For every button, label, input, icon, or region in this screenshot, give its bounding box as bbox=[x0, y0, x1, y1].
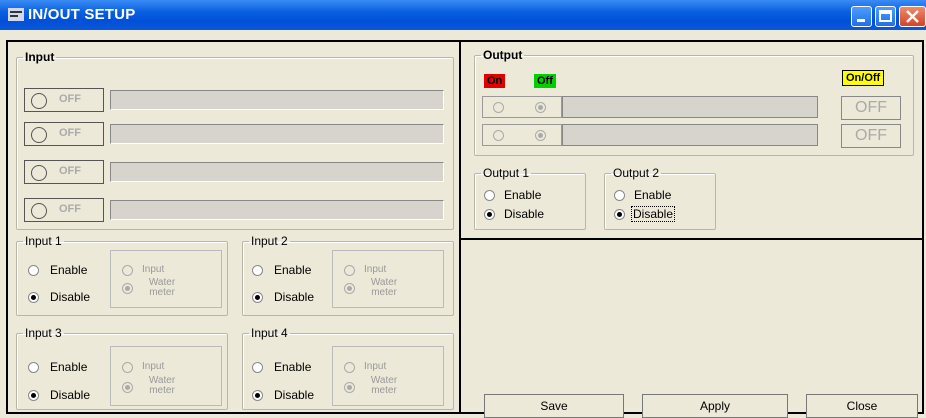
output1-disable-radio[interactable] bbox=[484, 209, 495, 220]
output2-enable-radio[interactable] bbox=[614, 190, 625, 201]
save-button[interactable]: Save bbox=[484, 394, 624, 418]
output1-enable-radio[interactable] bbox=[484, 190, 495, 201]
output1-off-radio[interactable] bbox=[535, 102, 546, 113]
led-circle-icon bbox=[31, 93, 47, 109]
input-bar-2 bbox=[110, 124, 444, 144]
onoff-badge: On/Off bbox=[842, 70, 885, 86]
input3-enable-radio[interactable] bbox=[28, 362, 39, 373]
input4-mode-water-radio[interactable] bbox=[344, 382, 355, 393]
input-group-label: Input 3 bbox=[25, 326, 62, 340]
input2-mode-input-radio[interactable] bbox=[344, 265, 355, 276]
disable-label: Disable bbox=[274, 388, 315, 402]
input4-enable-radio[interactable] bbox=[252, 362, 263, 373]
input-led-state: OFF bbox=[59, 203, 81, 215]
close-icon bbox=[906, 10, 919, 23]
minimize-icon bbox=[857, 19, 865, 22]
window-title: IN/OUT SETUP bbox=[28, 6, 136, 23]
output2-on-radio[interactable] bbox=[493, 130, 504, 141]
input-group-label: Input 4 bbox=[251, 326, 288, 340]
output2-off-radio[interactable] bbox=[535, 130, 546, 141]
horizontal-divider bbox=[461, 238, 924, 240]
input2-enable-radio[interactable] bbox=[252, 265, 263, 276]
disable-label: Disable bbox=[50, 290, 91, 304]
output-group-label: Output 2 bbox=[613, 166, 660, 180]
input3-mode-input-radio[interactable] bbox=[122, 362, 133, 373]
input2-disable-radio[interactable] bbox=[252, 292, 263, 303]
output-group-label: Output 1 bbox=[483, 166, 530, 180]
output-row-2: OFF bbox=[482, 124, 902, 148]
input3-mode-water-radio[interactable] bbox=[122, 382, 133, 393]
input-row-2: OFF bbox=[24, 122, 444, 146]
on-badge: On bbox=[484, 74, 506, 88]
input1-disable-radio[interactable] bbox=[28, 292, 39, 303]
input-led-state: OFF bbox=[59, 93, 81, 105]
input-led-1: OFF bbox=[24, 88, 104, 112]
input-bar-4 bbox=[110, 200, 444, 220]
output-row-1: OFF bbox=[482, 96, 902, 120]
output2-toggle-button[interactable]: OFF bbox=[841, 124, 901, 148]
maximize-button[interactable] bbox=[875, 6, 896, 27]
input4-disable-radio[interactable] bbox=[252, 390, 263, 401]
input-led-state: OFF bbox=[59, 165, 81, 177]
led-circle-icon bbox=[31, 203, 47, 219]
led-circle-icon bbox=[31, 165, 47, 181]
output1-on-radio[interactable] bbox=[493, 102, 504, 113]
enable-label: Enable bbox=[504, 188, 542, 202]
output-row-radio-group bbox=[482, 124, 562, 146]
mode-input-label: Input bbox=[364, 361, 387, 372]
vertical-divider bbox=[459, 40, 461, 414]
output-bar-1 bbox=[562, 96, 818, 118]
input1-enable-radio[interactable] bbox=[28, 265, 39, 276]
input4-mode-input-radio[interactable] bbox=[344, 362, 355, 373]
input-row-1: OFF bbox=[24, 88, 444, 112]
input-bar-1 bbox=[110, 90, 444, 110]
output-bar-2 bbox=[562, 124, 818, 146]
mode-input-label: Input bbox=[142, 361, 165, 372]
enable-label: Enable bbox=[50, 263, 88, 277]
output1-toggle-button[interactable]: OFF bbox=[841, 96, 901, 120]
input1-mode-input-radio[interactable] bbox=[122, 265, 133, 276]
mode-water-label: Water meter bbox=[370, 375, 398, 396]
mode-water-label: Water meter bbox=[148, 277, 176, 298]
disable-label: Disable bbox=[274, 290, 315, 304]
mode-water-label: Water meter bbox=[148, 375, 176, 396]
enable-label: Enable bbox=[50, 360, 88, 374]
disable-label: Disable bbox=[630, 206, 676, 222]
minimize-button[interactable] bbox=[851, 6, 872, 27]
input-row-3: OFF bbox=[24, 160, 444, 184]
disable-label: Disable bbox=[50, 388, 91, 402]
maximize-icon bbox=[879, 10, 892, 22]
input-led-4: OFF bbox=[24, 198, 104, 222]
close-button[interactable]: Close bbox=[806, 394, 918, 418]
disable-label: Disable bbox=[504, 207, 545, 221]
off-badge: Off bbox=[534, 74, 556, 88]
input-row-4: OFF bbox=[24, 198, 444, 222]
output2-disable-radio[interactable] bbox=[614, 209, 625, 220]
input1-mode-water-radio[interactable] bbox=[122, 283, 133, 294]
input-led-2: OFF bbox=[24, 122, 104, 146]
mode-input-label: Input bbox=[364, 264, 387, 275]
output-title: Output bbox=[483, 48, 523, 62]
output-row-radio-group bbox=[482, 96, 562, 118]
apply-button[interactable]: Apply bbox=[642, 394, 788, 418]
mode-input-label: Input bbox=[142, 264, 165, 275]
title-bar bbox=[0, 0, 926, 30]
close-window-button[interactable] bbox=[899, 6, 926, 27]
input-bar-3 bbox=[110, 162, 444, 182]
input-led-3: OFF bbox=[24, 160, 104, 184]
led-circle-icon bbox=[31, 127, 47, 143]
enable-label: Enable bbox=[634, 188, 672, 202]
enable-label: Enable bbox=[274, 360, 312, 374]
app-icon bbox=[8, 8, 24, 21]
input-group-label: Input 1 bbox=[25, 234, 62, 248]
input-title: Input bbox=[25, 50, 55, 64]
input2-mode-water-radio[interactable] bbox=[344, 283, 355, 294]
mode-water-label: Water meter bbox=[370, 277, 398, 298]
input-led-state: OFF bbox=[59, 127, 81, 139]
input-group-label: Input 2 bbox=[251, 234, 288, 248]
input3-disable-radio[interactable] bbox=[28, 390, 39, 401]
enable-label: Enable bbox=[274, 263, 312, 277]
